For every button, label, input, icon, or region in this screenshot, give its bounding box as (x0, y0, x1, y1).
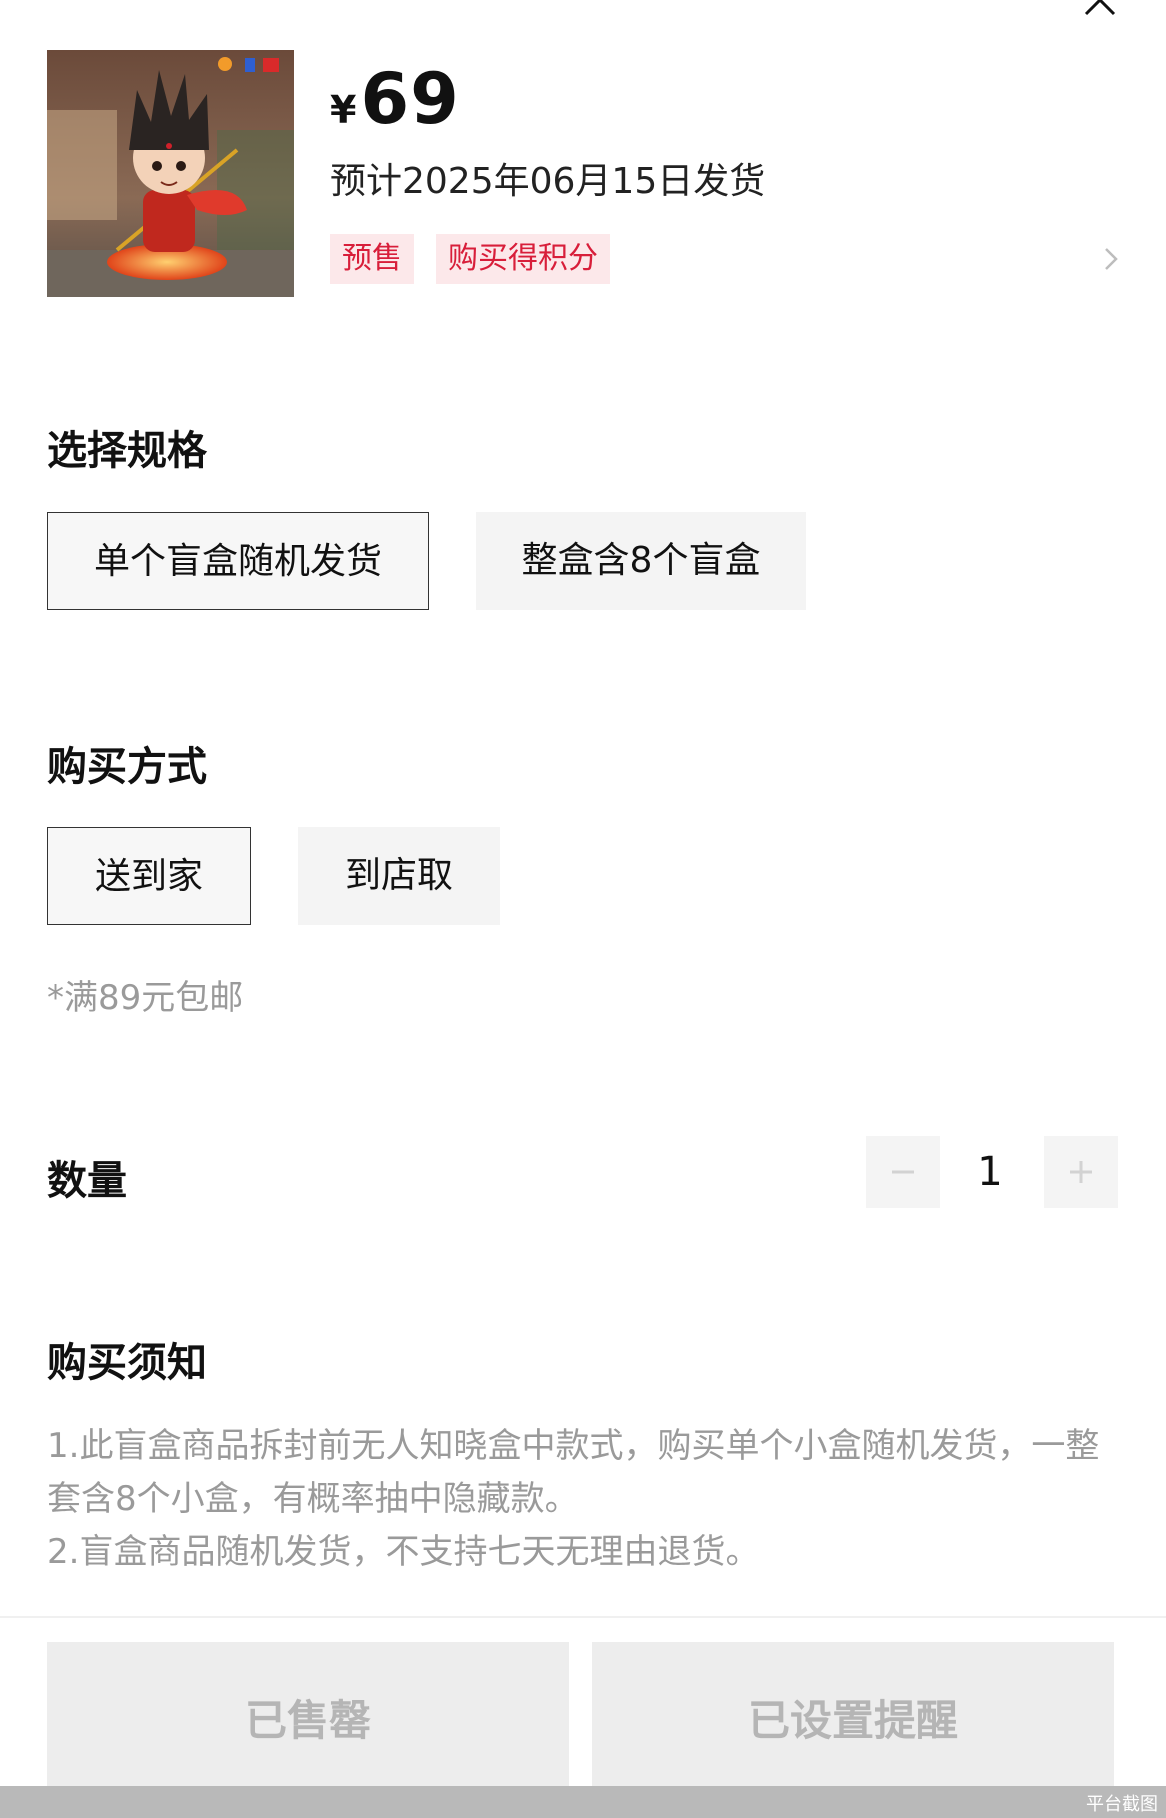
price-value: 69 (360, 58, 460, 140)
notice-line-2: 2.盲盒商品随机发货，不支持七天无理由退货。 (47, 1532, 760, 1572)
chevron-right-icon[interactable] (1096, 244, 1126, 274)
watermark-text: 平台截图 (1086, 1794, 1158, 1815)
reminder-set-button[interactable]: 已设置提醒 (592, 1642, 1114, 1792)
notice-line-1: 1.此盲盒商品拆封前无人知晓盒中款式，购买单个小盒随机发货，一整套含8个小盒，有… (47, 1426, 1100, 1519)
footer-divider (0, 1616, 1166, 1618)
minus-icon (892, 1170, 914, 1174)
sold-out-button[interactable]: 已售罄 (47, 1642, 569, 1792)
close-icon[interactable] (1082, 0, 1118, 18)
increment-button[interactable] (1044, 1136, 1118, 1208)
delivery-section-title: 购买方式 (47, 744, 207, 790)
product-image (47, 50, 294, 297)
currency-symbol: ¥ (330, 88, 357, 132)
spec-option-full-box[interactable]: 整盒含8个盲盒 (476, 512, 806, 610)
ship-date: 预计2025年06月15日发货 (330, 161, 766, 202)
spec-option-single[interactable]: 单个盲盒随机发货 (47, 512, 429, 610)
watermark-bar (0, 1786, 1166, 1818)
spec-section-title: 选择规格 (47, 428, 207, 474)
delivery-option-store-pickup[interactable]: 到店取 (298, 827, 500, 925)
plus-icon (1070, 1161, 1092, 1183)
delivery-option-home[interactable]: 送到家 (47, 827, 251, 925)
presale-tag: 预售 (330, 234, 414, 284)
decrement-button[interactable] (866, 1136, 940, 1208)
purchase-notice: 1.此盲盒商品拆封前无人知晓盒中款式，购买单个小盒随机发货，一整套含8个小盒，有… (47, 1420, 1127, 1579)
notice-section-title: 购买须知 (47, 1340, 207, 1386)
quantity-value[interactable]: 1 (960, 1136, 1020, 1208)
free-shipping-note: *满89元包邮 (47, 978, 244, 1018)
price: ¥ 69 (330, 58, 460, 140)
points-tag: 购买得积分 (436, 234, 610, 284)
quantity-section-title: 数量 (47, 1158, 127, 1204)
